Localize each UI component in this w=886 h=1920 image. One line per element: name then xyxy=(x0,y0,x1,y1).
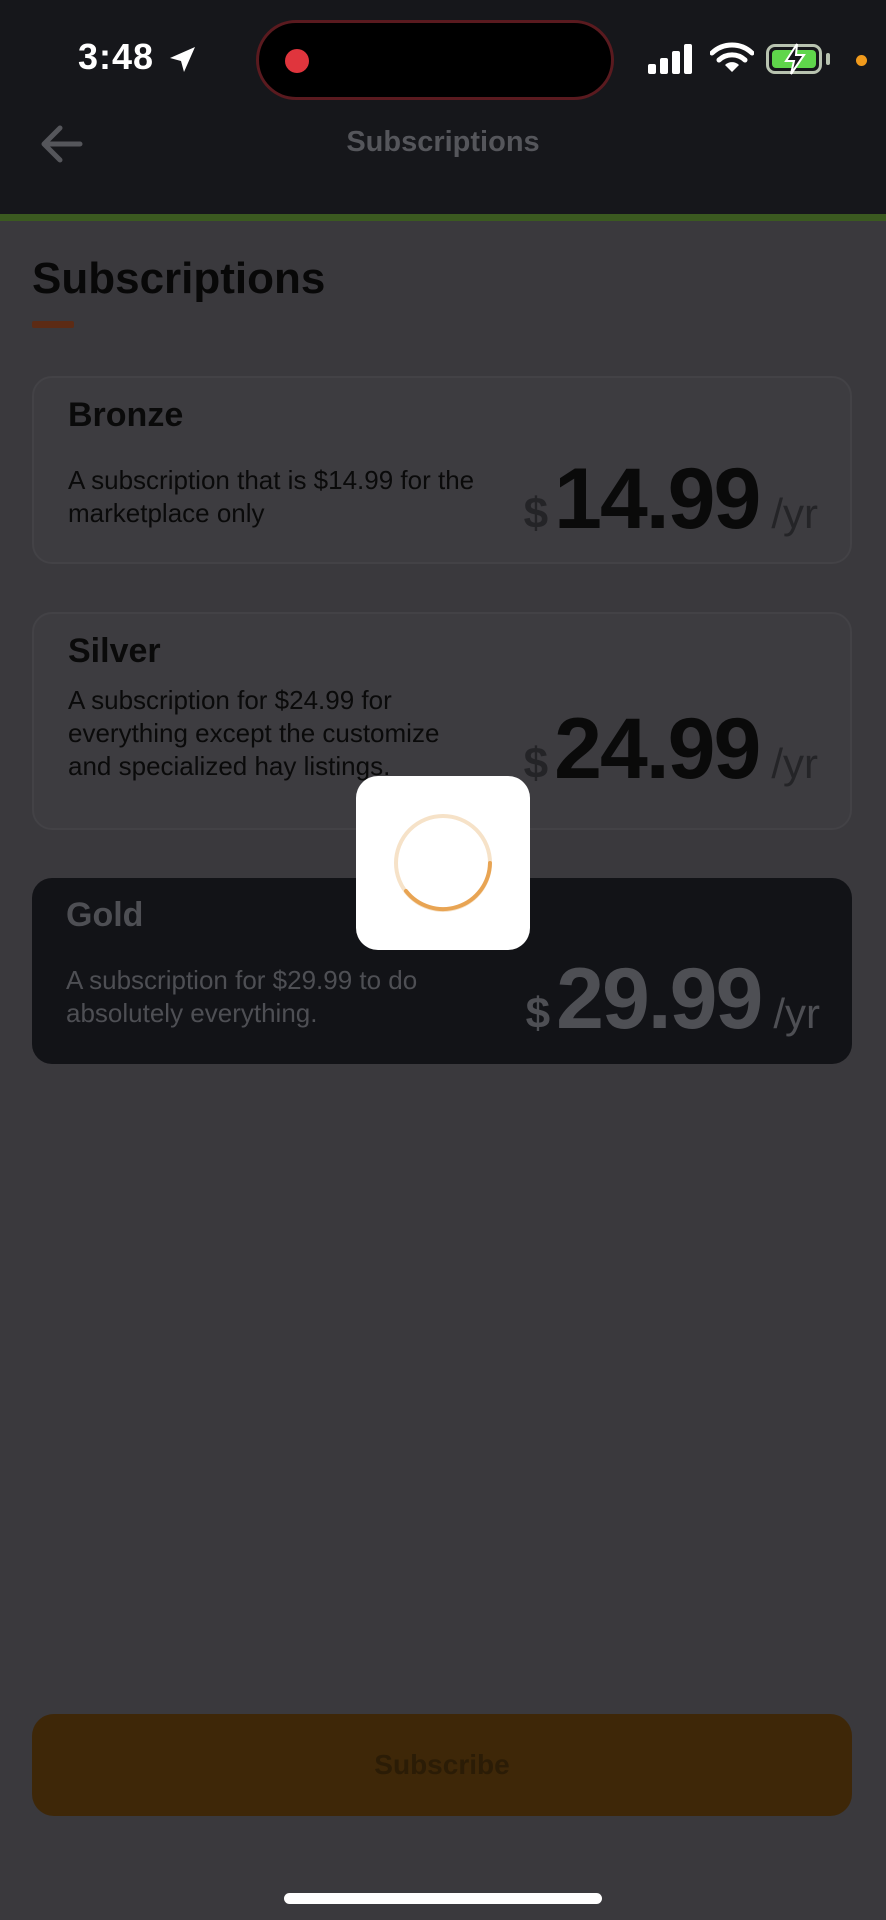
plan-price: $ 29.99 /yr xyxy=(526,950,820,1049)
plan-description: A subscription for $29.99 to do absolute… xyxy=(66,965,418,1028)
dynamic-island xyxy=(256,20,614,100)
header-divider xyxy=(0,214,886,221)
charging-bolt-icon xyxy=(784,43,806,75)
price-currency: $ xyxy=(525,989,551,1038)
plan-name: Gold xyxy=(66,896,144,934)
plan-description: A subscription that is $14.99 for the ma… xyxy=(68,465,475,528)
page-title: Subscriptions xyxy=(32,254,326,303)
plan-card-bronze[interactable]: Bronze A subscription that is $14.99 for… xyxy=(32,376,852,564)
plan-name: Silver xyxy=(68,632,161,670)
price-currency: $ xyxy=(523,489,549,538)
battery-cap xyxy=(826,53,830,65)
wifi-icon xyxy=(710,42,754,72)
status-time: 3:48 xyxy=(78,36,155,77)
plan-price: $ 14.99 /yr xyxy=(524,450,818,549)
recording-dot-icon xyxy=(285,49,309,73)
price-amount: 24.99 xyxy=(554,701,761,797)
price-amount: 29.99 xyxy=(556,951,763,1047)
title-underline xyxy=(32,321,74,328)
price-period: /yr xyxy=(773,990,820,1037)
price-period: /yr xyxy=(771,490,818,537)
price-period: /yr xyxy=(771,740,818,787)
home-indicator[interactable] xyxy=(284,1893,602,1904)
cellular-signal-icon xyxy=(648,44,692,74)
nav-title: Subscriptions xyxy=(346,126,540,158)
location-arrow-icon xyxy=(170,47,195,72)
plan-price: $ 24.99 /yr xyxy=(524,700,818,799)
price-amount: 14.99 xyxy=(554,451,761,547)
loading-spinner-icon xyxy=(394,814,492,912)
privacy-dot-icon xyxy=(856,55,867,66)
plan-description: A subscription for $24.99 for everything… xyxy=(68,685,440,781)
plan-name: Bronze xyxy=(68,396,184,434)
price-currency: $ xyxy=(523,739,549,788)
loading-overlay xyxy=(356,776,530,950)
subscribe-button[interactable]: Subscribe xyxy=(32,1714,852,1816)
